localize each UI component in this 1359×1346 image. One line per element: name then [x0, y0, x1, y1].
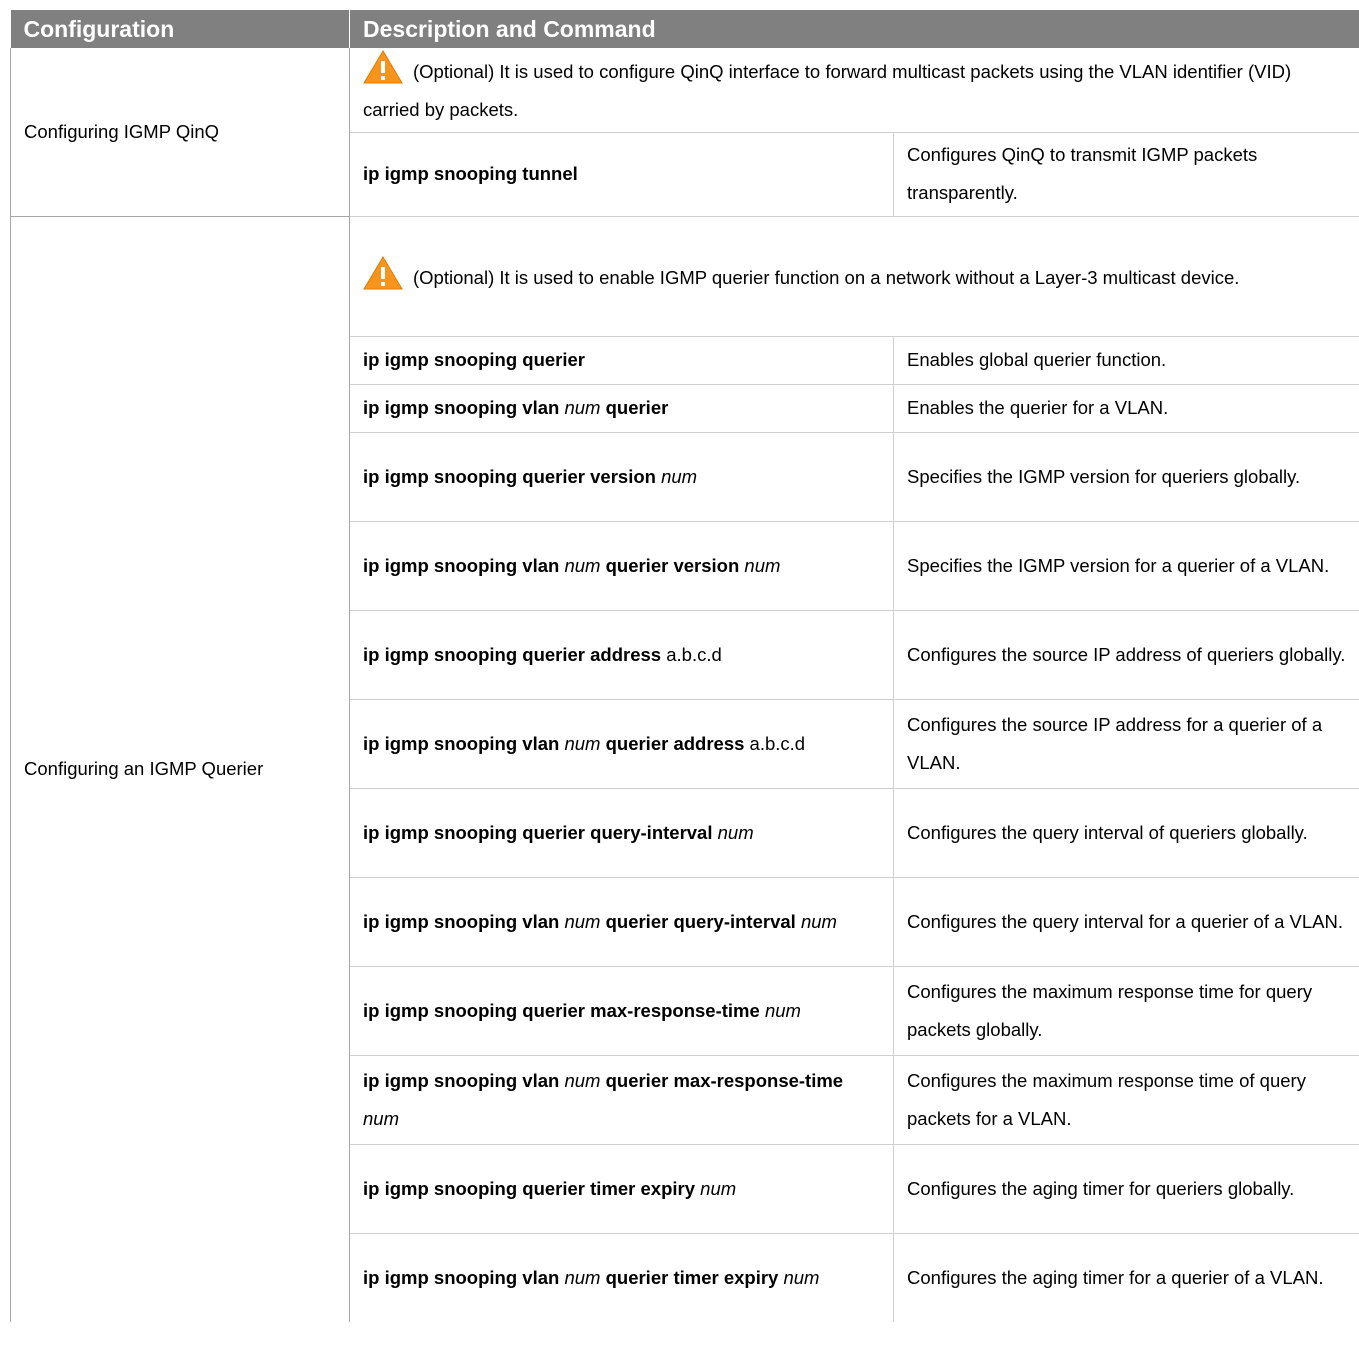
note-text: (Optional) It is used to configure QinQ …	[363, 61, 1292, 121]
note-row: Configuring an IGMP Querier (Optional) It…	[10, 216, 1359, 1322]
command-argument: num	[564, 554, 601, 576]
command-keyword: querier	[605, 397, 669, 418]
command-keyword: ip igmp snooping tunnel	[363, 163, 578, 184]
command-cell: ip igmp snooping vlan num querier max-re…	[349, 1055, 894, 1145]
description-cell: Configures the aging timer for a querier…	[907, 1266, 1324, 1288]
command-keyword: ip igmp snooping vlan	[363, 554, 560, 576]
description-cell: Configures the source IP address of quer…	[893, 610, 1359, 700]
command-text: a.b.c.d	[661, 643, 722, 665]
command-cell: ip igmp snooping querier version num	[349, 432, 894, 522]
command-keyword: ip igmp snooping vlan	[363, 397, 560, 418]
command-keyword: ip igmp snooping querier address	[363, 643, 662, 665]
command-keyword: ip igmp snooping querier timer expiry	[363, 1177, 696, 1199]
command-keyword: ip igmp snooping querier	[363, 349, 585, 370]
header-description-and-command: Description and Command	[349, 10, 1359, 48]
command-keyword: ip igmp snooping vlan	[363, 910, 560, 932]
command-argument: num	[564, 1069, 601, 1091]
command-keyword: querier address	[605, 732, 745, 754]
command-argument: num	[564, 732, 601, 754]
configuration-table: Configuration Description and Command Co…	[10, 10, 1359, 1322]
command-keyword: querier timer expiry	[605, 1266, 779, 1288]
command-cell: ip igmp snooping vlan num querier query-…	[349, 877, 894, 967]
configuration-cell: Configuring an IGMP Querier	[10, 216, 350, 1322]
command-keyword: querier version	[605, 554, 740, 576]
note-text: (Optional) It is used to enable IGMP que…	[413, 266, 1240, 288]
command-argument: num	[564, 910, 601, 932]
command-cell: ip igmp snooping querier query-interval …	[349, 788, 894, 878]
header-configuration: Configuration	[10, 10, 350, 48]
description-cell: Specifies the IGMP version for queriers …	[893, 432, 1359, 522]
command-argument: num	[564, 397, 601, 418]
command-cell: ip igmp snooping querier	[349, 336, 894, 385]
command-keyword: ip igmp snooping vlan	[363, 1266, 560, 1288]
description-cell: Configures the query interval for a quer…	[893, 877, 1359, 967]
command-argument: num	[744, 554, 781, 576]
command-keyword: ip igmp snooping querier query-interval	[363, 821, 713, 843]
warning-triangle-icon	[363, 255, 403, 290]
command-keyword: ip igmp snooping querier version	[363, 465, 656, 487]
command-cell: ip igmp snooping querier max-response-ti…	[349, 966, 894, 1056]
configuration-label: Configuring IGMP QinQ	[24, 120, 220, 142]
command-cell: ip igmp snooping querier timer expiry nu…	[349, 1144, 894, 1234]
command-argument: num	[800, 910, 837, 932]
command-keyword: ip igmp snooping querier max-response-ti…	[363, 999, 760, 1021]
command-argument: num	[661, 465, 698, 487]
description-cell: Configures the aging timer for queriers …	[893, 1144, 1359, 1234]
table-header-row: Configuration Description and Command	[10, 10, 1359, 48]
optional-note: (Optional) It is used to enable IGMP que…	[349, 216, 1359, 337]
description-cell: Configures the maximum response time of …	[893, 1055, 1359, 1145]
warning-triangle-icon	[363, 50, 403, 84]
note-row: Configuring IGMP QinQ (Optional) It is us…	[10, 48, 1359, 217]
description-cell: Configures the maximum response time for…	[893, 966, 1359, 1056]
command-argument: num	[564, 1266, 601, 1288]
command-text: a.b.c.d	[744, 732, 806, 754]
command-cell: ip igmp snooping vlan num querier	[349, 384, 894, 433]
configuration-label: Configuring an IGMP Querier	[24, 758, 264, 780]
table-body: Configuring IGMP QinQ (Optional) It is us…	[10, 48, 1359, 1322]
command-keyword: ip igmp snooping vlan	[363, 732, 560, 754]
description-cell: Enables global querier function.	[893, 336, 1359, 385]
command-argument: num	[764, 999, 801, 1021]
command-argument: num	[700, 1177, 737, 1199]
command-keyword: querier query-interval	[605, 910, 796, 932]
description-cell: Configures QinQ to transmit IGMP packets…	[893, 132, 1359, 217]
command-cell: ip igmp snooping querier address a.b.c.d	[349, 610, 894, 700]
description-cell: Configures the query interval of querier…	[893, 788, 1359, 878]
command-argument: num	[717, 821, 754, 843]
command-argument: num	[363, 1107, 399, 1129]
description-cell: Specifies the IGMP version for a querier…	[893, 521, 1359, 611]
command-keyword: ip igmp snooping vlan	[363, 1069, 560, 1091]
description-cell: Enables the querier for a VLAN.	[893, 384, 1359, 433]
command-keyword: querier max-response-time	[605, 1069, 844, 1091]
optional-note: (Optional) It is used to configure QinQ …	[349, 48, 1359, 133]
command-cell: ip igmp snooping vlan num querier timer …	[349, 1233, 894, 1322]
command-cell: ip igmp snooping vlan num querier addres…	[349, 699, 894, 789]
configuration-cell: Configuring IGMP QinQ	[10, 48, 350, 217]
command-cell: ip igmp snooping vlan num querier versio…	[349, 521, 894, 611]
command-argument: num	[783, 1266, 820, 1288]
description-cell: Configures the source IP address for a q…	[893, 699, 1359, 789]
command-cell: ip igmp snooping tunnel	[349, 132, 894, 217]
